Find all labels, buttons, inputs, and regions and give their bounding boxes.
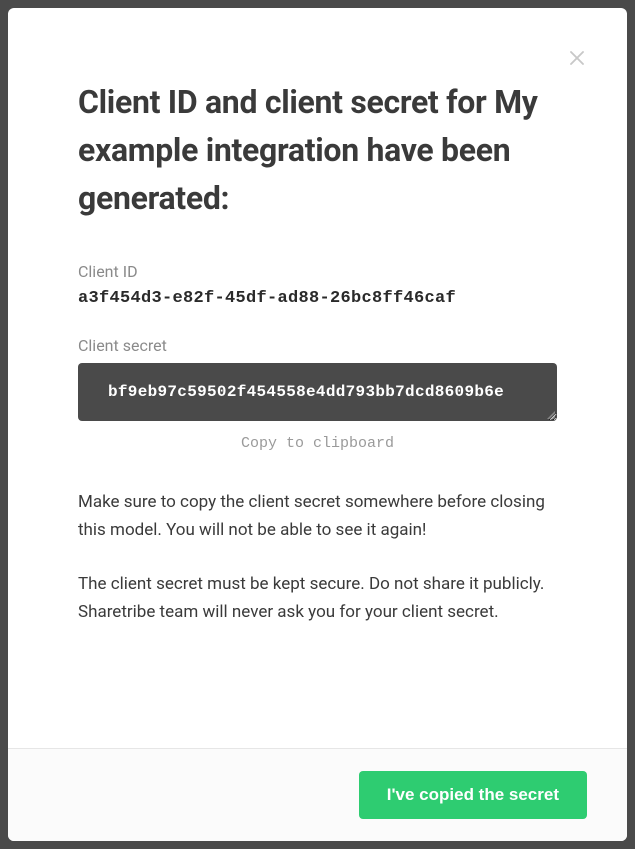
modal-title: Client ID and client secret for My examp… (78, 78, 557, 222)
client-secret-value[interactable]: bf9eb97c59502f454558e4dd793bb7dcd8609b6e (78, 363, 557, 421)
confirm-copied-button[interactable]: I've copied the secret (359, 771, 587, 819)
copy-to-clipboard-button[interactable]: Copy to clipboard (78, 435, 557, 452)
client-id-value: a3f454d3-e82f-45df-ad88-26bc8ff46caf (78, 289, 557, 308)
warning-text-1: Make sure to copy the client secret some… (78, 488, 557, 544)
close-button[interactable] (565, 46, 589, 70)
warning-text-2: The client secret must be kept secure. D… (78, 570, 557, 626)
credentials-modal: Client ID and client secret for My examp… (8, 8, 627, 841)
client-secret-label: Client secret (78, 336, 557, 355)
client-id-label: Client ID (78, 262, 557, 281)
modal-body: Client ID and client secret for My examp… (8, 8, 627, 748)
close-icon (568, 49, 586, 67)
modal-footer: I've copied the secret (8, 748, 627, 841)
